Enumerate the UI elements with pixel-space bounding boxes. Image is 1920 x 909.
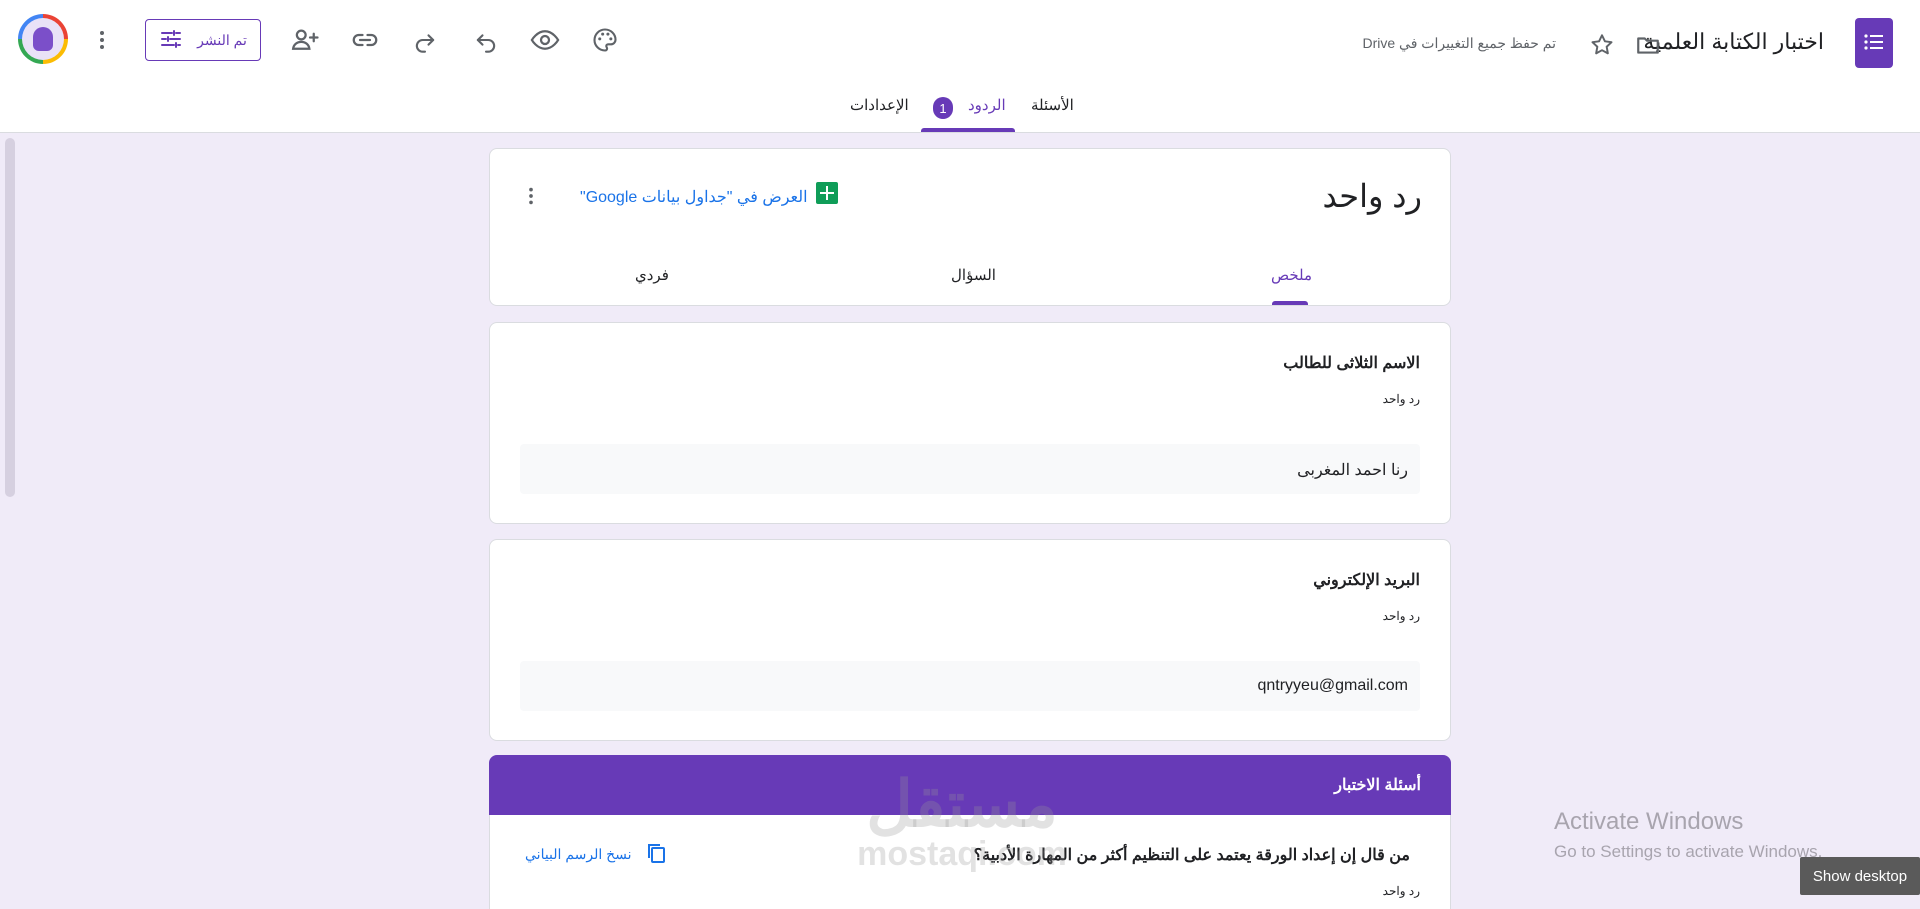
saved-status: تم حفظ جميع التغييرات في Drive [1362,35,1556,51]
undo-icon[interactable] [466,20,506,60]
question-card-name: الاسم الثلاثى للطالب رد واحد رنا احمد ال… [489,322,1451,524]
question-title: الاسم الثلاثى للطالب [1283,355,1420,372]
add-collaborator-icon[interactable] [285,20,325,60]
star-icon[interactable] [1582,25,1622,65]
subtab-summary[interactable]: ملخص [1271,266,1312,284]
more-vert-icon[interactable] [511,176,551,216]
preview-icon[interactable] [525,20,565,60]
responses-summary-card: رد واحد العرض في "جداول بيانات Google" م… [489,148,1451,306]
more-vert-icon[interactable] [82,20,122,60]
forms-logo-icon[interactable] [1855,18,1893,68]
section-title: أسئلة الاختبار [1334,777,1421,794]
answer-text: رنا احمد المغربى [1297,462,1408,479]
active-tab-indicator [921,128,1015,132]
answer-box: رنا احمد المغربى [520,444,1420,494]
copy-icon [644,841,668,868]
subtab-individual[interactable]: فردي [635,266,669,284]
question-card-email: البريد الإلكتروني رد واحد qntryyeu@gmail… [489,539,1451,741]
activate-windows-notice: Activate Windows Go to Settings to activ… [1554,808,1823,861]
tune-icon [159,27,183,54]
tab-questions[interactable]: الأسئلة [1031,96,1074,114]
responses-count-badge: 1 [933,97,953,119]
publish-button[interactable]: تم النشر [145,19,261,61]
response-count: رد واحد [1382,392,1420,406]
link-icon[interactable] [345,20,385,60]
folder-icon[interactable] [1628,25,1668,65]
top-toolbar: اختبار الكتابة العلمية تم حفظ جميع التغي… [0,0,1920,80]
copy-chart-button[interactable]: نسخ الرسم البياني [525,841,668,868]
palette-icon[interactable] [585,20,625,60]
subtab-question[interactable]: السؤال [951,266,996,284]
response-count-title: رد واحد [1322,178,1422,214]
publish-label: تم النشر [197,31,247,48]
tab-settings[interactable]: الإعدادات [850,96,909,114]
question-title: من قال إن إعداد الورقة يعتمد على التنظيم… [973,847,1410,864]
show-desktop-tooltip: Show desktop [1800,857,1920,895]
redo-icon[interactable] [405,20,445,60]
quiz-section-header: أسئلة الاختبار [489,755,1451,815]
answer-box: qntryyeu@gmail.com [520,661,1420,711]
document-title[interactable]: اختبار الكتابة العلمية [1643,29,1824,55]
tab-responses[interactable]: الردود [968,96,1006,114]
answer-text: qntryyeu@gmail.com [1257,677,1408,694]
active-subtab-indicator [1272,301,1308,305]
response-count: رد واحد [1382,609,1420,623]
app-header: اختبار الكتابة العلمية تم حفظ جميع التغي… [0,0,1920,133]
quiz-question-card: من قال إن إعداد الورقة يعتمد على التنظيم… [489,815,1451,909]
response-count: رد واحد [1382,884,1420,898]
sheets-icon[interactable] [816,182,838,204]
scrollbar[interactable] [5,138,15,497]
avatar[interactable] [18,14,68,64]
copy-chart-label: نسخ الرسم البياني [525,846,632,862]
view-in-sheets-link[interactable]: العرض في "جداول بيانات Google" [580,187,808,207]
question-title: البريد الإلكتروني [1313,572,1420,589]
